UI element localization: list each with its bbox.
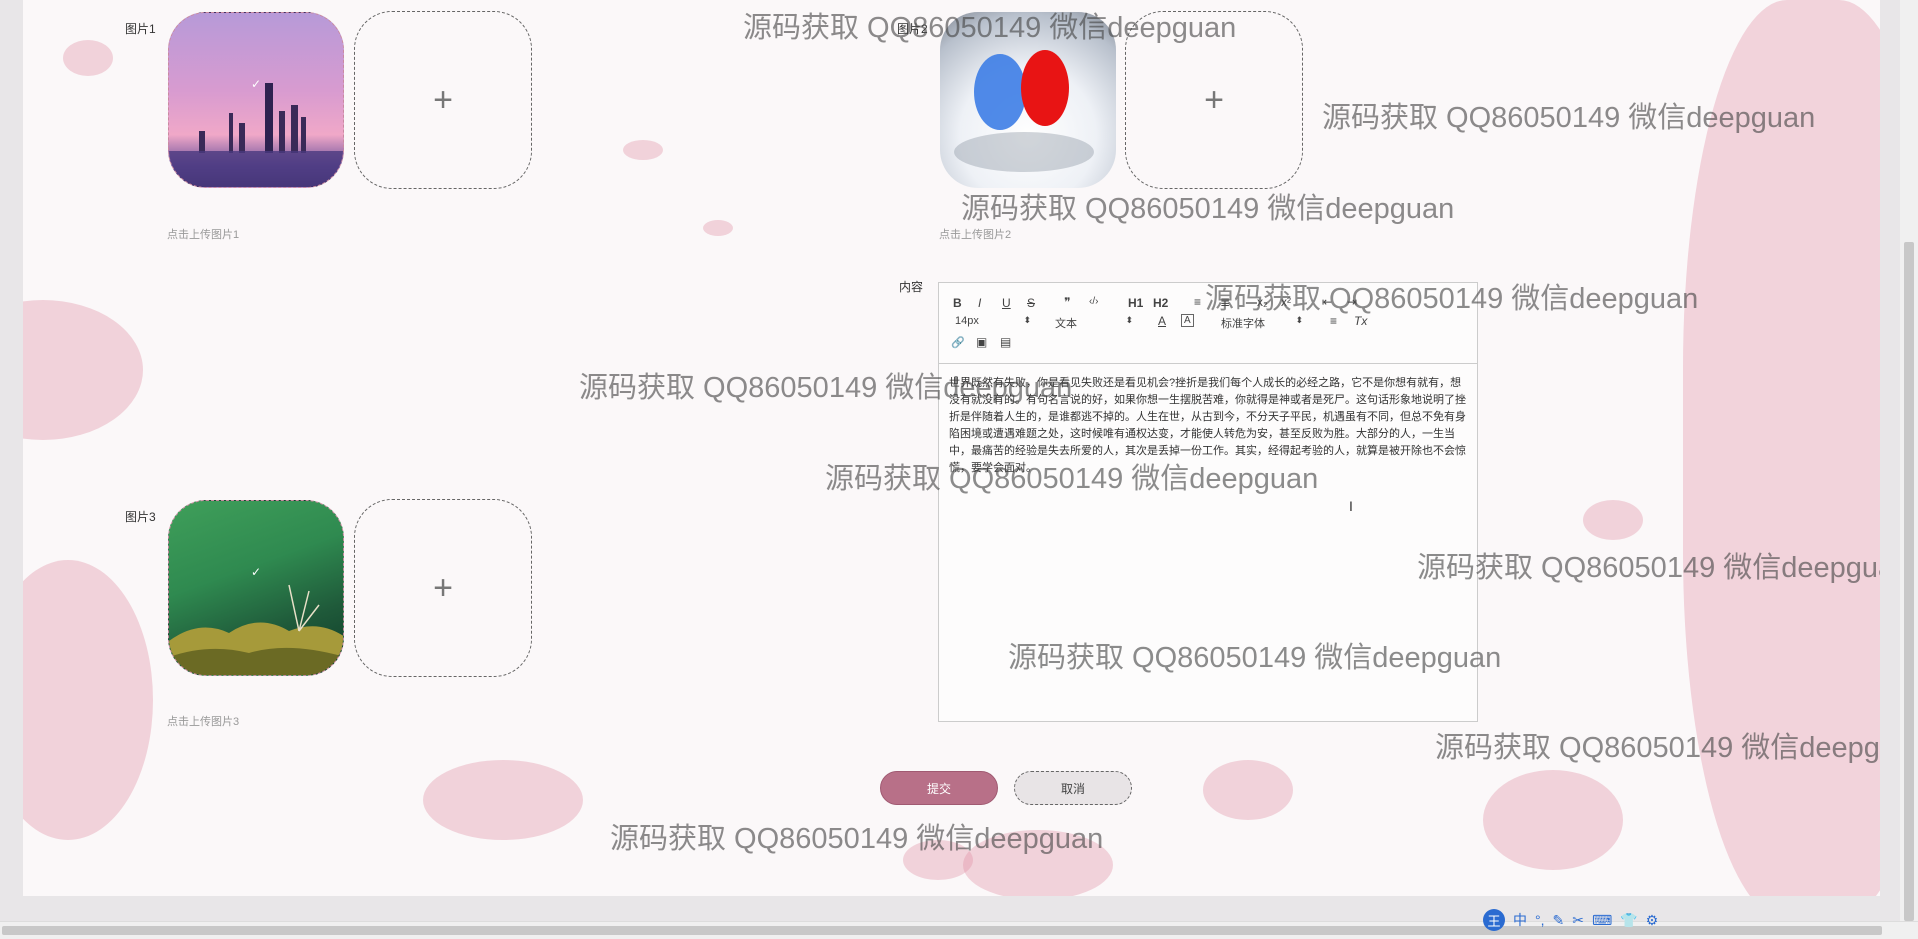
punctuation-icon[interactable]: °, [1535,912,1545,928]
heading2-button[interactable]: H2 [1153,296,1168,310]
submit-button[interactable]: 提交 [880,771,998,805]
select-arrow-icon: ⬍ [1023,315,1031,325]
font-family-select[interactable]: 标准字体 ⬍ [1221,315,1303,331]
watermark: 源码获取 QQ86050149 微信deepguan [1008,642,1502,674]
font-size-select[interactable]: 14px ⬍ [955,315,1031,327]
watermark: 源码获取 QQ86050149 微信deepguan [1205,283,1699,315]
blockquote-button[interactable]: ❞ [1064,295,1070,309]
vertical-scroll-thumb[interactable] [1904,242,1914,921]
watermark: 源码获取 QQ86050149 微信deepguan [825,463,1319,495]
bg-splat [23,560,153,840]
text-cursor-icon: I [1349,498,1353,514]
heading1-button[interactable]: H1 [1128,296,1143,310]
watermark: 源码获取 QQ86050149 微信deepguan [1322,102,1816,134]
bold-button[interactable]: B [953,296,962,310]
watermark: 源码获取 QQ86050149 微信deepguan [743,12,1237,44]
bg-splat [23,300,143,440]
check-icon: ✓ [250,565,262,579]
bg-splat [63,40,113,76]
ordered-list-icon[interactable]: ≡ [1194,295,1201,309]
text-type-value: 文本 [1055,318,1077,330]
video-insert-button[interactable]: ▤ [1000,335,1011,349]
watermark: 源码获取 QQ86050149 微信deepguan [1417,552,1880,584]
image3-thumbnail[interactable]: ✓ [168,500,344,676]
moss-plant-image [169,584,343,675]
check-icon: ✓ [250,77,262,91]
bg-splat [703,220,733,236]
ime-mode-button[interactable]: 中 [1513,910,1527,930]
gear-icon[interactable]: ⚙ [1646,912,1659,929]
font-color-button[interactable]: A [1158,314,1166,328]
font-size-value: 14px [955,315,979,327]
underline-button[interactable]: U [1002,296,1011,310]
ime-logo-icon[interactable]: 王 [1483,909,1505,931]
strikethrough-button[interactable]: S [1027,296,1035,310]
link-button[interactable]: 🔗 [951,336,965,349]
shirt-icon[interactable]: 👕 [1620,912,1637,929]
vertical-scrollbar[interactable] [1900,0,1918,921]
bg-splat [423,760,583,840]
font-family-value: 标准字体 [1221,318,1265,330]
city-skyline-image [169,83,343,187]
watermark: 源码获取 QQ86050149 微信deepguan [961,193,1455,225]
italic-button[interactable]: I [978,296,981,310]
cancel-button[interactable]: 取消 [1014,771,1132,805]
image1-upload-hint[interactable]: 点击上传图片1 [167,226,239,242]
bg-splat [1583,500,1643,540]
code-block-button[interactable]: ‹/› [1089,296,1098,307]
image1-label: 图片1 [125,22,156,36]
bg-splat [1483,770,1623,870]
pen-icon[interactable]: ✎ [1553,912,1565,929]
content-label: 内容 [899,280,924,294]
image1-upload-button[interactable]: + [354,11,532,189]
text-type-select[interactable]: 文本 ⬍ [1055,315,1133,331]
watermark: 源码获取 QQ86050149 微信deepguan [610,823,1104,855]
bg-splat [1203,760,1293,820]
select-arrow-icon: ⬍ [1125,315,1133,325]
background-color-button[interactable]: A [1181,314,1194,327]
watermark: 源码获取 QQ86050149 微信deepguan [579,372,1073,404]
ime-toolbar[interactable]: 王 中 °, ✎ ✂ ⌨ 👕 ⚙ [1483,907,1715,933]
image2-upload-hint[interactable]: 点击上传图片2 [939,226,1011,242]
image1-thumbnail[interactable]: ✓ [168,12,344,188]
page-background: 图片1 ✓ + 点击上传图片1 图片2 + 点击上传图片2 图片3 ✓ + 点击… [23,0,1880,896]
bg-splat [623,140,663,160]
watermark: 源码获取 QQ86050149 微信deepguan [1435,732,1880,764]
keyboard-icon[interactable]: ⌨ [1592,912,1612,929]
scissors-icon[interactable]: ✂ [1572,912,1584,929]
image3-upload-button[interactable]: + [354,499,532,677]
image-insert-button[interactable]: ▣ [976,335,987,349]
image3-label: 图片3 [125,510,156,524]
image3-upload-hint[interactable]: 点击上传图片3 [167,713,239,729]
